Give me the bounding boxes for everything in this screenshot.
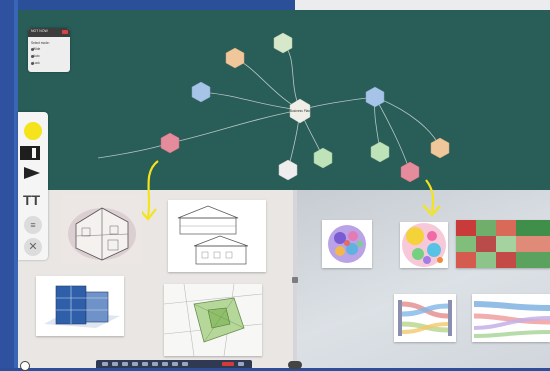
mindmap-node[interactable] — [430, 137, 450, 159]
bubble-chart-image[interactable] — [322, 220, 372, 268]
left-edge — [0, 0, 18, 368]
close-toolbar-button[interactable]: ✕ — [24, 238, 42, 256]
mindmap-node[interactable] — [160, 132, 180, 154]
house-elevation-drawing[interactable] — [168, 200, 266, 272]
building-sketch-image[interactable] — [62, 194, 142, 264]
bottom-tool-button[interactable] — [152, 362, 158, 366]
mindmap-node[interactable] — [313, 147, 333, 169]
mindmap-node[interactable] — [370, 141, 390, 163]
popup-option[interactable]: Wide — [33, 47, 40, 51]
stroke-size-button[interactable] — [20, 146, 40, 160]
bottom-tool-button[interactable] — [238, 362, 244, 366]
menu-button[interactable]: ≡ — [24, 216, 42, 234]
popup-option[interactable]: Auto — [33, 54, 40, 58]
mindmap-node[interactable] — [365, 86, 385, 108]
mindmap-node-central[interactable]: Business Plan — [289, 98, 310, 124]
flow-chart-image[interactable] — [472, 294, 550, 342]
divider-handle[interactable] — [292, 277, 298, 283]
popup-toggle[interactable] — [62, 30, 68, 34]
mindmap-node[interactable] — [225, 47, 245, 69]
popup-heading: Select mode: — [31, 41, 50, 45]
pen-color-button[interactable] — [24, 122, 42, 140]
colorful-dots-chart-image[interactable] — [400, 222, 448, 268]
pen-tool-icon[interactable] — [24, 167, 40, 179]
bottom-tool-button[interactable] — [162, 362, 168, 366]
yellow-arrow-right — [422, 179, 441, 217]
bottom-tool-button[interactable] — [112, 362, 118, 366]
bottom-toolbar[interactable] — [96, 360, 252, 368]
heatmap-chart-image[interactable] — [456, 220, 550, 268]
mode-popup[interactable]: NOT NOW Select mode: Wide Auto Lock — [28, 28, 70, 72]
mindmap-canvas[interactable]: Business Plan — [18, 10, 550, 190]
bottom-tool-button[interactable] — [132, 362, 138, 366]
mindmap-node[interactable] — [278, 159, 298, 181]
sankey-chart-image[interactable] — [394, 294, 456, 342]
text-tool-button[interactable]: TT — [23, 192, 40, 208]
mindmap-node[interactable] — [191, 81, 211, 103]
bottom-tool-button[interactable] — [122, 362, 128, 366]
bottom-tool-button[interactable] — [142, 362, 148, 366]
bottom-tool-button[interactable] — [182, 362, 188, 366]
blue-building-render[interactable] — [36, 276, 124, 336]
stroke-size-indicator — [32, 148, 36, 158]
bottom-tool-button[interactable] — [172, 362, 178, 366]
left-control-button[interactable] — [20, 361, 30, 371]
top-edge — [295, 0, 550, 10]
site-plan-drawing[interactable] — [164, 284, 262, 356]
popup-option[interactable]: Lock — [33, 61, 40, 65]
mindmap-node[interactable] — [273, 32, 293, 54]
svg-text:Business Plan: Business Plan — [290, 109, 310, 113]
bottom-tool-button[interactable] — [102, 362, 108, 366]
drawing-toolbar: TT ≡ ✕ — [18, 112, 48, 260]
popup-title: NOT NOW — [31, 29, 48, 33]
record-button[interactable] — [222, 362, 234, 366]
